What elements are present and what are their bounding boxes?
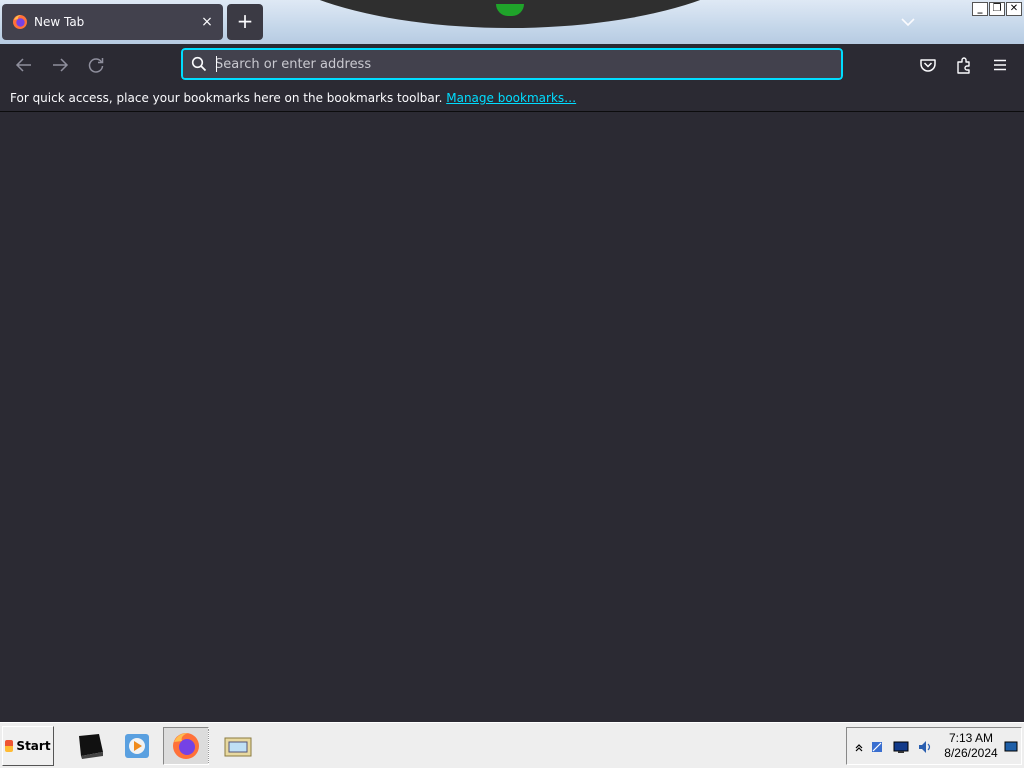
volume-icon[interactable] [917, 739, 933, 755]
navigation-toolbar [0, 44, 1024, 86]
start-button[interactable]: Start [2, 726, 54, 766]
clock-date: 8/26/2024 [944, 746, 998, 760]
forward-arrow-icon[interactable] [49, 54, 71, 76]
new-tab-button[interactable]: + [227, 4, 263, 40]
start-logo-icon [5, 740, 14, 752]
chevron-down-icon[interactable] [898, 12, 918, 32]
minimize-button[interactable]: _ [972, 2, 988, 16]
firefox-icon [173, 733, 199, 759]
search-icon [191, 56, 207, 72]
theme-decoration [250, 0, 770, 28]
taskbar: Start 7:13 AM 8/26/2024 [0, 722, 1024, 768]
terminal-task[interactable] [66, 727, 112, 765]
close-window-button[interactable]: ✕ [1006, 2, 1022, 16]
media-player-task[interactable] [114, 727, 160, 765]
manage-bookmarks-link[interactable]: Manage bookmarks… [446, 91, 576, 105]
tab-title: New Tab [34, 15, 85, 29]
bookmarks-hint: For quick access, place your bookmarks h… [10, 91, 443, 105]
tab-new-tab[interactable]: New Tab × [2, 4, 223, 40]
text-caret [216, 56, 217, 72]
reload-icon[interactable] [85, 54, 107, 76]
file-manager-task[interactable] [215, 727, 261, 765]
clock[interactable]: 7:13 AM 8/26/2024 [939, 731, 1003, 761]
system-tray: 7:13 AM 8/26/2024 [846, 727, 1022, 765]
bookmarks-toolbar: For quick access, place your bookmarks h… [0, 86, 1024, 112]
show-desktop-icon[interactable] [1003, 739, 1019, 755]
page-content [0, 113, 1024, 722]
display-icon[interactable] [893, 739, 909, 755]
media-player-icon [125, 734, 149, 758]
title-bar: New Tab × + _ ❐ ✕ [0, 0, 1024, 44]
restore-button[interactable]: ❐ [989, 2, 1005, 16]
extensions-icon[interactable] [953, 54, 975, 76]
file-manager-icon [224, 737, 252, 757]
chevron-up-icon[interactable] [851, 739, 867, 755]
address-input[interactable] [215, 54, 825, 74]
clock-time: 7:13 AM [948, 731, 994, 745]
terminal-icon [79, 734, 103, 759]
network-icon[interactable] [869, 739, 885, 755]
address-bar[interactable] [180, 47, 844, 81]
window-controls: _ ❐ ✕ [972, 2, 1022, 16]
pocket-icon[interactable] [917, 54, 939, 76]
close-tab-icon[interactable]: × [199, 14, 215, 30]
firefox-task[interactable] [163, 727, 209, 765]
menu-icon[interactable] [989, 54, 1011, 76]
firefox-icon [13, 15, 27, 29]
taskbar-grip [208, 729, 211, 763]
start-label: Start [16, 739, 51, 753]
back-arrow-icon[interactable] [13, 54, 35, 76]
